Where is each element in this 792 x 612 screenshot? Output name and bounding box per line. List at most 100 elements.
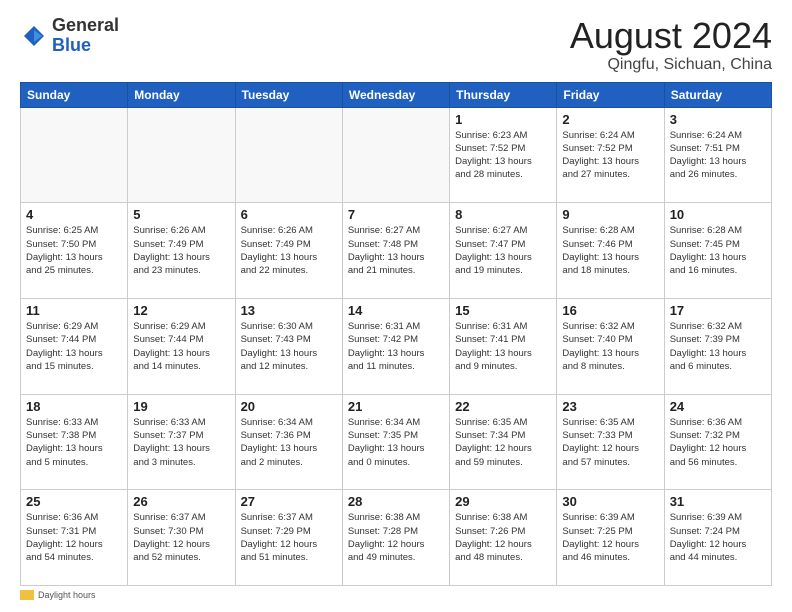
- calendar-cell: 31 Sunrise: 6:39 AM Sunset: 7:24 PM Dayli…: [664, 490, 771, 586]
- title-block: August 2024 Qingfu, Sichuan, China: [570, 16, 772, 74]
- day-info: Sunrise: 6:39 AM Sunset: 7:24 PM Dayligh…: [670, 511, 766, 564]
- day-info: Sunrise: 6:23 AM Sunset: 7:52 PM Dayligh…: [455, 129, 551, 182]
- calendar-header-monday: Monday: [128, 82, 235, 107]
- day-info: Sunrise: 6:27 AM Sunset: 7:47 PM Dayligh…: [455, 224, 551, 277]
- calendar-header-friday: Friday: [557, 82, 664, 107]
- calendar-cell: 18 Sunrise: 6:33 AM Sunset: 7:38 PM Dayli…: [21, 394, 128, 490]
- calendar-header-sunday: Sunday: [21, 82, 128, 107]
- calendar-cell: 21 Sunrise: 6:34 AM Sunset: 7:35 PM Dayli…: [342, 394, 449, 490]
- calendar-cell: [342, 107, 449, 203]
- calendar-cell: 12 Sunrise: 6:29 AM Sunset: 7:44 PM Dayli…: [128, 298, 235, 394]
- day-number: 29: [455, 494, 551, 509]
- day-number: 23: [562, 399, 658, 414]
- calendar-cell: 13Sunrise: 6:30 AM Sunset: 7:43 PM Dayli…: [235, 298, 342, 394]
- calendar-cell: 4Sunrise: 6:25 AM Sunset: 7:50 PM Daylig…: [21, 203, 128, 299]
- day-number: 28: [348, 494, 444, 509]
- day-info: Sunrise: 6:37 AM Sunset: 7:30 PM Dayligh…: [133, 511, 229, 564]
- calendar-cell: [128, 107, 235, 203]
- day-info: Sunrise: 6:35 AM Sunset: 7:34 PM Dayligh…: [455, 416, 551, 469]
- day-number: 5: [133, 207, 229, 222]
- daylight-legend: Daylight hours: [20, 590, 96, 600]
- calendar-header-row: SundayMondayTuesdayWednesdayThursdayFrid…: [21, 82, 772, 107]
- logo: General Blue: [20, 16, 119, 56]
- day-number: 17: [670, 303, 766, 318]
- calendar-cell: 8 Sunrise: 6:27 AM Sunset: 7:47 PM Daylig…: [450, 203, 557, 299]
- day-info: Sunrise: 6:32 AM Sunset: 7:40 PM Dayligh…: [562, 320, 658, 373]
- calendar-cell: 30 Sunrise: 6:39 AM Sunset: 7:25 PM Dayli…: [557, 490, 664, 586]
- day-number: 24: [670, 399, 766, 414]
- calendar-cell: [21, 107, 128, 203]
- calendar-cell: 20Sunrise: 6:34 AM Sunset: 7:36 PM Dayli…: [235, 394, 342, 490]
- logo-blue: Blue: [52, 35, 91, 55]
- day-number: 19: [133, 399, 229, 414]
- day-number: 8: [455, 207, 551, 222]
- day-info: Sunrise: 6:34 AM Sunset: 7:35 PM Dayligh…: [348, 416, 444, 469]
- calendar-cell: 9 Sunrise: 6:28 AM Sunset: 7:46 PM Daylig…: [557, 203, 664, 299]
- day-number: 10: [670, 207, 766, 222]
- day-number: 9: [562, 207, 658, 222]
- main-title: August 2024: [570, 16, 772, 56]
- day-info: Sunrise: 6:39 AM Sunset: 7:25 PM Dayligh…: [562, 511, 658, 564]
- day-info: Sunrise: 6:36 AM Sunset: 7:31 PM Dayligh…: [26, 511, 122, 564]
- calendar-header-wednesday: Wednesday: [342, 82, 449, 107]
- day-number: 11: [26, 303, 122, 318]
- daylight-bar-icon: [20, 590, 34, 600]
- logo-general: General: [52, 15, 119, 35]
- day-number: 22: [455, 399, 551, 414]
- day-info: Sunrise: 6:38 AM Sunset: 7:28 PM Dayligh…: [348, 511, 444, 564]
- calendar-cell: 16 Sunrise: 6:32 AM Sunset: 7:40 PM Dayli…: [557, 298, 664, 394]
- footer: Daylight hours: [20, 590, 772, 600]
- day-info: Sunrise: 6:29 AM Sunset: 7:44 PM Dayligh…: [26, 320, 122, 373]
- day-number: 6: [241, 207, 337, 222]
- calendar-cell: 2Sunrise: 6:24 AM Sunset: 7:52 PM Daylig…: [557, 107, 664, 203]
- day-info: Sunrise: 6:37 AM Sunset: 7:29 PM Dayligh…: [241, 511, 337, 564]
- calendar-cell: 27 Sunrise: 6:37 AM Sunset: 7:29 PM Dayli…: [235, 490, 342, 586]
- subtitle: Qingfu, Sichuan, China: [570, 56, 772, 74]
- day-info: Sunrise: 6:33 AM Sunset: 7:37 PM Dayligh…: [133, 416, 229, 469]
- calendar-cell: 22 Sunrise: 6:35 AM Sunset: 7:34 PM Dayli…: [450, 394, 557, 490]
- day-number: 30: [562, 494, 658, 509]
- day-number: 21: [348, 399, 444, 414]
- day-number: 31: [670, 494, 766, 509]
- day-number: 18: [26, 399, 122, 414]
- day-info: Sunrise: 6:28 AM Sunset: 7:46 PM Dayligh…: [562, 224, 658, 277]
- calendar-header-thursday: Thursday: [450, 82, 557, 107]
- calendar-week-4: 18 Sunrise: 6:33 AM Sunset: 7:38 PM Dayli…: [21, 394, 772, 490]
- day-number: 4: [26, 207, 122, 222]
- day-number: 15: [455, 303, 551, 318]
- day-number: 16: [562, 303, 658, 318]
- day-number: 20: [241, 399, 337, 414]
- calendar-cell: 23 Sunrise: 6:35 AM Sunset: 7:33 PM Dayli…: [557, 394, 664, 490]
- calendar-cell: 25Sunrise: 6:36 AM Sunset: 7:31 PM Dayli…: [21, 490, 128, 586]
- calendar-cell: 15Sunrise: 6:31 AM Sunset: 7:41 PM Dayli…: [450, 298, 557, 394]
- day-number: 3: [670, 112, 766, 127]
- page: General Blue August 2024 Qingfu, Sichuan…: [0, 0, 792, 612]
- calendar-week-5: 25Sunrise: 6:36 AM Sunset: 7:31 PM Dayli…: [21, 490, 772, 586]
- day-info: Sunrise: 6:35 AM Sunset: 7:33 PM Dayligh…: [562, 416, 658, 469]
- day-info: Sunrise: 6:29 AM Sunset: 7:44 PM Dayligh…: [133, 320, 229, 373]
- day-number: 12: [133, 303, 229, 318]
- day-info: Sunrise: 6:24 AM Sunset: 7:51 PM Dayligh…: [670, 129, 766, 182]
- calendar-cell: 10Sunrise: 6:28 AM Sunset: 7:45 PM Dayli…: [664, 203, 771, 299]
- calendar-cell: 26Sunrise: 6:37 AM Sunset: 7:30 PM Dayli…: [128, 490, 235, 586]
- calendar-header-saturday: Saturday: [664, 82, 771, 107]
- day-number: 27: [241, 494, 337, 509]
- day-info: Sunrise: 6:32 AM Sunset: 7:39 PM Dayligh…: [670, 320, 766, 373]
- calendar-header-tuesday: Tuesday: [235, 82, 342, 107]
- day-info: Sunrise: 6:38 AM Sunset: 7:26 PM Dayligh…: [455, 511, 551, 564]
- day-number: 13: [241, 303, 337, 318]
- calendar-cell: 28 Sunrise: 6:38 AM Sunset: 7:28 PM Dayli…: [342, 490, 449, 586]
- calendar-week-1: 1Sunrise: 6:23 AM Sunset: 7:52 PM Daylig…: [21, 107, 772, 203]
- header: General Blue August 2024 Qingfu, Sichuan…: [20, 16, 772, 74]
- calendar-cell: 29 Sunrise: 6:38 AM Sunset: 7:26 PM Dayli…: [450, 490, 557, 586]
- day-info: Sunrise: 6:33 AM Sunset: 7:38 PM Dayligh…: [26, 416, 122, 469]
- logo-icon: [20, 22, 48, 50]
- day-number: 14: [348, 303, 444, 318]
- calendar-week-3: 11 Sunrise: 6:29 AM Sunset: 7:44 PM Dayli…: [21, 298, 772, 394]
- day-info: Sunrise: 6:27 AM Sunset: 7:48 PM Dayligh…: [348, 224, 444, 277]
- calendar-cell: 24Sunrise: 6:36 AM Sunset: 7:32 PM Dayli…: [664, 394, 771, 490]
- calendar-cell: 7Sunrise: 6:27 AM Sunset: 7:48 PM Daylig…: [342, 203, 449, 299]
- day-info: Sunrise: 6:26 AM Sunset: 7:49 PM Dayligh…: [133, 224, 229, 277]
- daylight-label: Daylight hours: [38, 590, 96, 600]
- calendar-cell: 11 Sunrise: 6:29 AM Sunset: 7:44 PM Dayli…: [21, 298, 128, 394]
